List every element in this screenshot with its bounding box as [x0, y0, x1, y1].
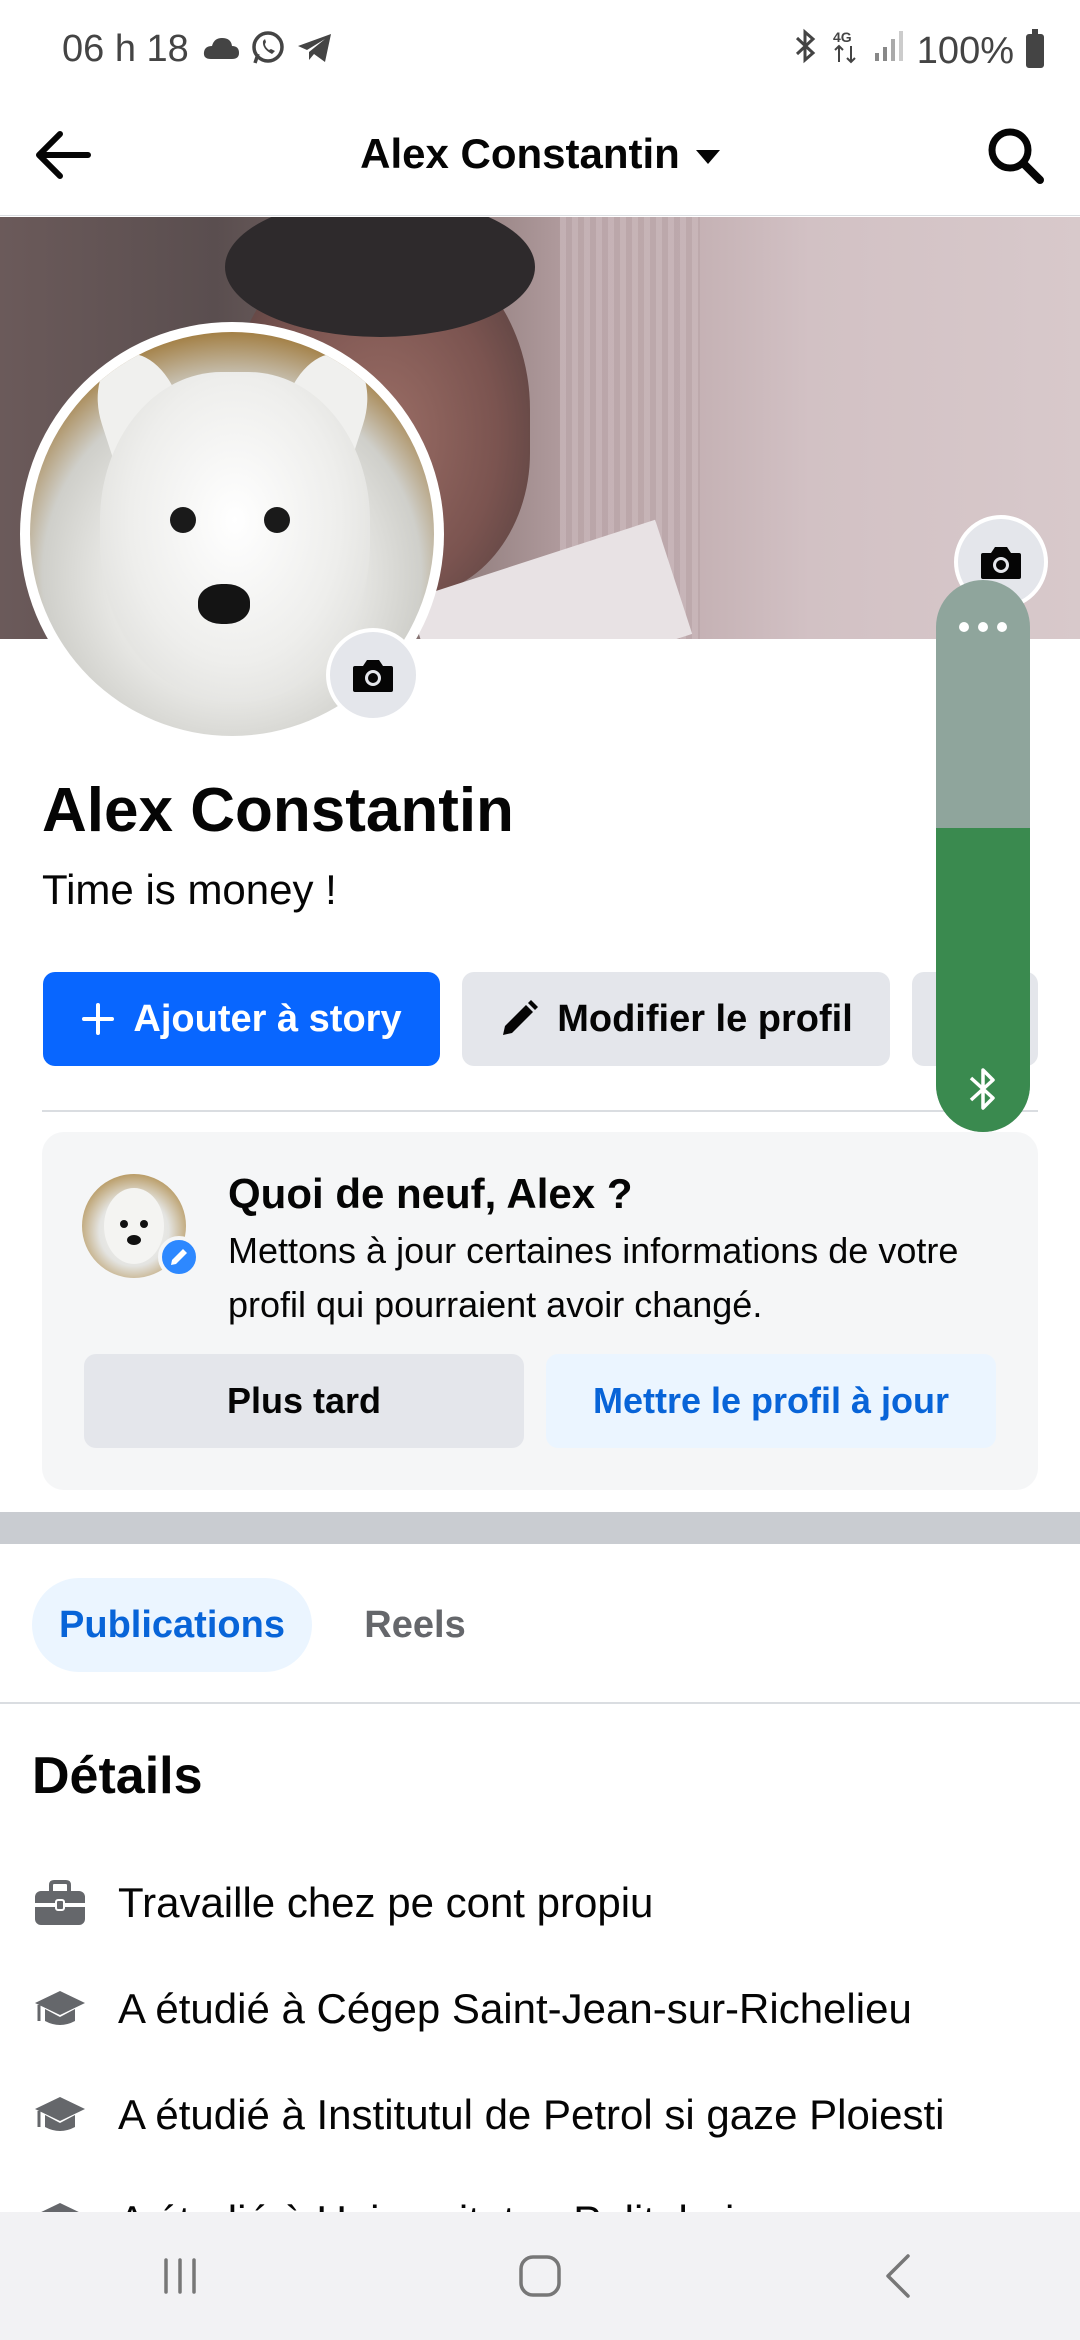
volume-slider[interactable]	[936, 580, 1030, 1132]
whatsapp-icon	[250, 30, 286, 71]
divider	[0, 1702, 1080, 1704]
signal-icon	[873, 29, 905, 73]
edit-profile-button[interactable]: Modifier le profil	[462, 972, 890, 1066]
recent-apps-icon	[164, 2258, 196, 2294]
detail-item-work: Travaille chez pe cont propiu	[32, 1868, 653, 1938]
chevron-left-icon	[886, 2254, 910, 2298]
graduation-cap-icon	[32, 1981, 88, 2037]
telegram-icon	[296, 32, 334, 69]
dog-nose	[198, 584, 250, 624]
pencil-icon	[503, 1000, 539, 1035]
back-nav-button[interactable]	[720, 2212, 1080, 2340]
dog-eye-left	[170, 507, 196, 533]
detail-text: A étudié à Institutul de Petrol si gaze …	[118, 2091, 945, 2138]
tab-reels[interactable]: Reels	[340, 1578, 490, 1672]
profile-name: Alex Constantin	[42, 776, 514, 845]
4g-icon: 4G	[831, 28, 861, 74]
profile-switcher[interactable]: Alex Constantin	[0, 130, 1080, 178]
home-icon	[519, 2255, 561, 2297]
svg-text:4G: 4G	[833, 29, 852, 45]
tab-publications[interactable]: Publications	[32, 1578, 312, 1672]
volume-more-icon[interactable]	[936, 620, 1030, 638]
camera-icon	[353, 660, 393, 692]
detail-text: Travaille chez pe cont propiu	[118, 1879, 654, 1926]
edit-profile-label: Modifier le profil	[557, 997, 853, 1040]
recent-apps-button[interactable]	[0, 2212, 360, 2340]
dog-face	[100, 372, 370, 702]
status-time: 06 h 18	[62, 28, 189, 70]
later-button[interactable]: Plus tard	[84, 1354, 524, 1448]
bluetooth-icon	[793, 28, 819, 74]
system-nav-bar	[0, 2212, 1080, 2340]
section-separator	[0, 1512, 1080, 1544]
bluetooth-icon	[936, 1064, 1030, 1114]
status-icons-left	[202, 30, 334, 71]
cloud-icon	[202, 35, 240, 66]
battery-icon	[1026, 29, 1044, 68]
detail-item-education: A étudié à Cégep Saint-Jean-sur-Richelie…	[32, 1974, 912, 2044]
camera-icon	[981, 547, 1021, 579]
dog-eye-right	[264, 507, 290, 533]
briefcase-icon	[32, 1875, 88, 1931]
divider	[42, 1110, 1038, 1112]
caret-down-icon	[695, 149, 720, 164]
details-title: Détails	[32, 1747, 203, 1805]
profile-update-card: Quoi de neuf, Alex ? Mettons à jour cert…	[42, 1132, 1038, 1490]
add-to-story-label: Ajouter à story	[133, 997, 402, 1040]
profile-bio: Time is money !	[42, 866, 337, 913]
plus-icon	[82, 1003, 115, 1035]
app-header: Alex Constantin	[0, 100, 1080, 216]
status-icons-right: 4G 100%	[793, 28, 1044, 74]
add-to-story-button[interactable]: Ajouter à story	[43, 972, 440, 1066]
graduation-cap-icon	[32, 2087, 88, 2143]
pencil-badge-icon	[158, 1236, 200, 1278]
detail-text: A étudié à Cégep Saint-Jean-sur-Richelie…	[118, 1985, 912, 2032]
home-button[interactable]	[360, 2212, 720, 2340]
edit-profile-picture-button[interactable]	[326, 628, 420, 722]
status-bar: 06 h 18 4G 100%	[0, 0, 1080, 100]
update-profile-button[interactable]: Mettre le profil à jour	[546, 1354, 996, 1448]
search-icon	[988, 128, 1044, 184]
card-title: Quoi de neuf, Alex ?	[228, 1170, 633, 1217]
detail-item-education: A étudié à Institutul de Petrol si gaze …	[32, 2080, 945, 2150]
search-button[interactable]	[980, 120, 1050, 190]
header-title: Alex Constantin	[360, 130, 680, 177]
card-text: Mettons à jour certaines informations de…	[228, 1230, 959, 1325]
battery-percent: 100%	[916, 29, 1014, 72]
